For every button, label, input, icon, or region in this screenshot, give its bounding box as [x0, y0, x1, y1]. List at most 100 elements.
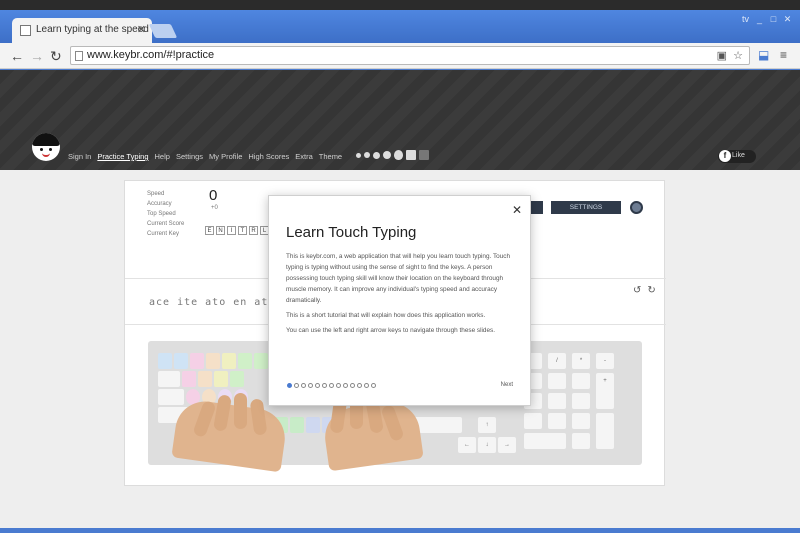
bookmark-star-icon[interactable]: ☆ — [733, 49, 743, 62]
next-button[interactable]: Next — [501, 382, 513, 388]
slide-dot[interactable] — [308, 383, 313, 388]
window-close-button[interactable]: ✕ — [783, 14, 792, 25]
nav-sign-in[interactable]: Sign In — [68, 152, 91, 161]
facebook-like-button[interactable]: f Like — [718, 150, 756, 163]
back-arrow-icon[interactable]: ← — [10, 48, 24, 64]
keyboard-key — [596, 413, 614, 449]
window-maximize-button[interactable]: □ — [769, 14, 778, 25]
browser-window: Learn typing at the speed ✕ tv _ □ ✕ ← →… — [0, 10, 800, 533]
slide-dot[interactable] — [364, 383, 369, 388]
keyboard-key — [174, 353, 188, 369]
keyboard-key — [572, 393, 590, 409]
stat-score-label: Current Score — [147, 221, 185, 227]
reset-lesson-icon[interactable]: ↺ — [633, 285, 641, 296]
modal-paragraph: This is keybr.com, a web application tha… — [286, 253, 511, 304]
nav-practice-typing[interactable]: Practice Typing — [97, 152, 148, 161]
key-progress-cell: R — [249, 226, 258, 235]
keybr-logo-icon[interactable] — [32, 133, 60, 161]
keyboard-key: → — [498, 437, 516, 453]
slide-pagination — [287, 383, 376, 388]
theme-size-4-icon[interactable] — [383, 151, 391, 159]
keyboard-key — [572, 433, 590, 449]
slide-dot[interactable] — [329, 383, 334, 388]
theme-dark-square-icon[interactable] — [419, 150, 429, 160]
key-progress-cell: I — [227, 226, 236, 235]
finger — [234, 393, 247, 429]
keyboard-key — [524, 433, 566, 449]
theme-light-square-icon[interactable] — [406, 150, 416, 160]
tab-close-icon[interactable]: ✕ — [137, 23, 146, 36]
left-hand — [171, 397, 289, 473]
keyboard-key — [158, 353, 172, 369]
extension-icon[interactable]: ⬓ — [758, 48, 769, 62]
window-minimize-button[interactable]: _ — [755, 14, 764, 25]
help-icon[interactable] — [630, 201, 643, 214]
keyboard-key — [198, 371, 212, 387]
keyboard-key — [222, 353, 236, 369]
nav-extra[interactable]: Extra — [295, 152, 313, 161]
facebook-like-label: Like — [732, 152, 745, 159]
facebook-icon: f — [719, 150, 731, 162]
theme-size-1-icon[interactable] — [356, 152, 361, 158]
keyboard-key: * — [572, 353, 590, 369]
keyboard-key — [214, 371, 228, 387]
slide-dot[interactable] — [301, 383, 306, 388]
wpm-value: 0 — [209, 187, 218, 204]
menu-icon[interactable]: ≡ — [780, 48, 787, 62]
modal-title: Learn Touch Typing — [286, 224, 417, 241]
keyboard-key — [524, 413, 542, 429]
window-bottom-border — [0, 528, 800, 533]
slide-dot[interactable] — [315, 383, 320, 388]
nav-settings[interactable]: Settings — [176, 152, 203, 161]
browser-tab[interactable]: Learn typing at the speed ✕ — [12, 18, 152, 43]
skip-lesson-icon[interactable]: ↻ — [647, 285, 655, 296]
slide-dot[interactable] — [287, 383, 292, 388]
keyboard-key — [206, 353, 220, 369]
keyboard-key: ↓ — [478, 437, 496, 453]
nav-high-scores[interactable]: High Scores — [248, 152, 289, 161]
nav-help[interactable]: Help — [155, 152, 170, 161]
keyboard-key: + — [596, 373, 614, 409]
slide-dot[interactable] — [322, 383, 327, 388]
slide-dot[interactable] — [350, 383, 355, 388]
translate-icon[interactable]: ▣ — [717, 49, 727, 62]
slide-dot[interactable] — [371, 383, 376, 388]
forward-arrow-icon[interactable]: → — [30, 48, 44, 64]
browser-toolbar: ← → ↻ www.keybr.com/#!practice ▣ ☆ ⬓ ≡ — [0, 43, 800, 69]
modal-paragraph: You can use the left and right arrow key… — [286, 327, 496, 334]
reload-icon[interactable]: ↻ — [50, 48, 62, 65]
keyboard-key: ↑ — [478, 417, 496, 433]
keyboard-key — [548, 373, 566, 389]
keyboard-key — [158, 371, 180, 387]
stat-speed-label: Speed — [147, 191, 165, 197]
new-tab-button[interactable] — [148, 24, 178, 38]
keyboard-key — [548, 413, 566, 429]
nav-theme[interactable]: Theme — [319, 152, 342, 161]
theme-size-5-icon[interactable] — [394, 150, 403, 160]
settings-button[interactable]: SETTINGS — [551, 201, 621, 214]
key-progress-row: E N I T R L — [205, 226, 269, 235]
keyboard-key: / — [548, 353, 566, 369]
close-icon[interactable]: ✕ — [512, 203, 522, 217]
window-controls: tv _ □ ✕ — [741, 14, 792, 25]
wpm-delta: +0 — [211, 205, 218, 211]
tutorial-modal: ✕ Learn Touch Typing This is keybr.com, … — [268, 195, 531, 406]
window-control-cast[interactable]: tv — [741, 14, 750, 25]
slide-dot[interactable] — [343, 383, 348, 388]
slide-dot[interactable] — [336, 383, 341, 388]
keyboard-key — [190, 353, 204, 369]
site-header: Sign In Practice Typing Help Settings My… — [0, 70, 800, 170]
tab-strip: Learn typing at the speed ✕ tv _ □ ✕ — [0, 10, 800, 43]
page-favicon-icon — [20, 25, 31, 36]
nav-my-profile[interactable]: My Profile — [209, 152, 242, 161]
stats-labels: Speed Accuracy Top Speed Current Score C… — [147, 189, 184, 239]
theme-size-2-icon[interactable] — [364, 152, 370, 158]
key-progress-cell: N — [216, 226, 225, 235]
key-progress-cell: T — [238, 226, 247, 235]
slide-dot[interactable] — [357, 383, 362, 388]
site-nav: Sign In Practice Typing Help Settings My… — [68, 152, 342, 161]
slide-dot[interactable] — [294, 383, 299, 388]
address-bar[interactable]: www.keybr.com/#!practice ▣ ☆ — [70, 46, 750, 65]
keyboard-key — [254, 353, 268, 369]
theme-size-3-icon[interactable] — [373, 151, 380, 159]
